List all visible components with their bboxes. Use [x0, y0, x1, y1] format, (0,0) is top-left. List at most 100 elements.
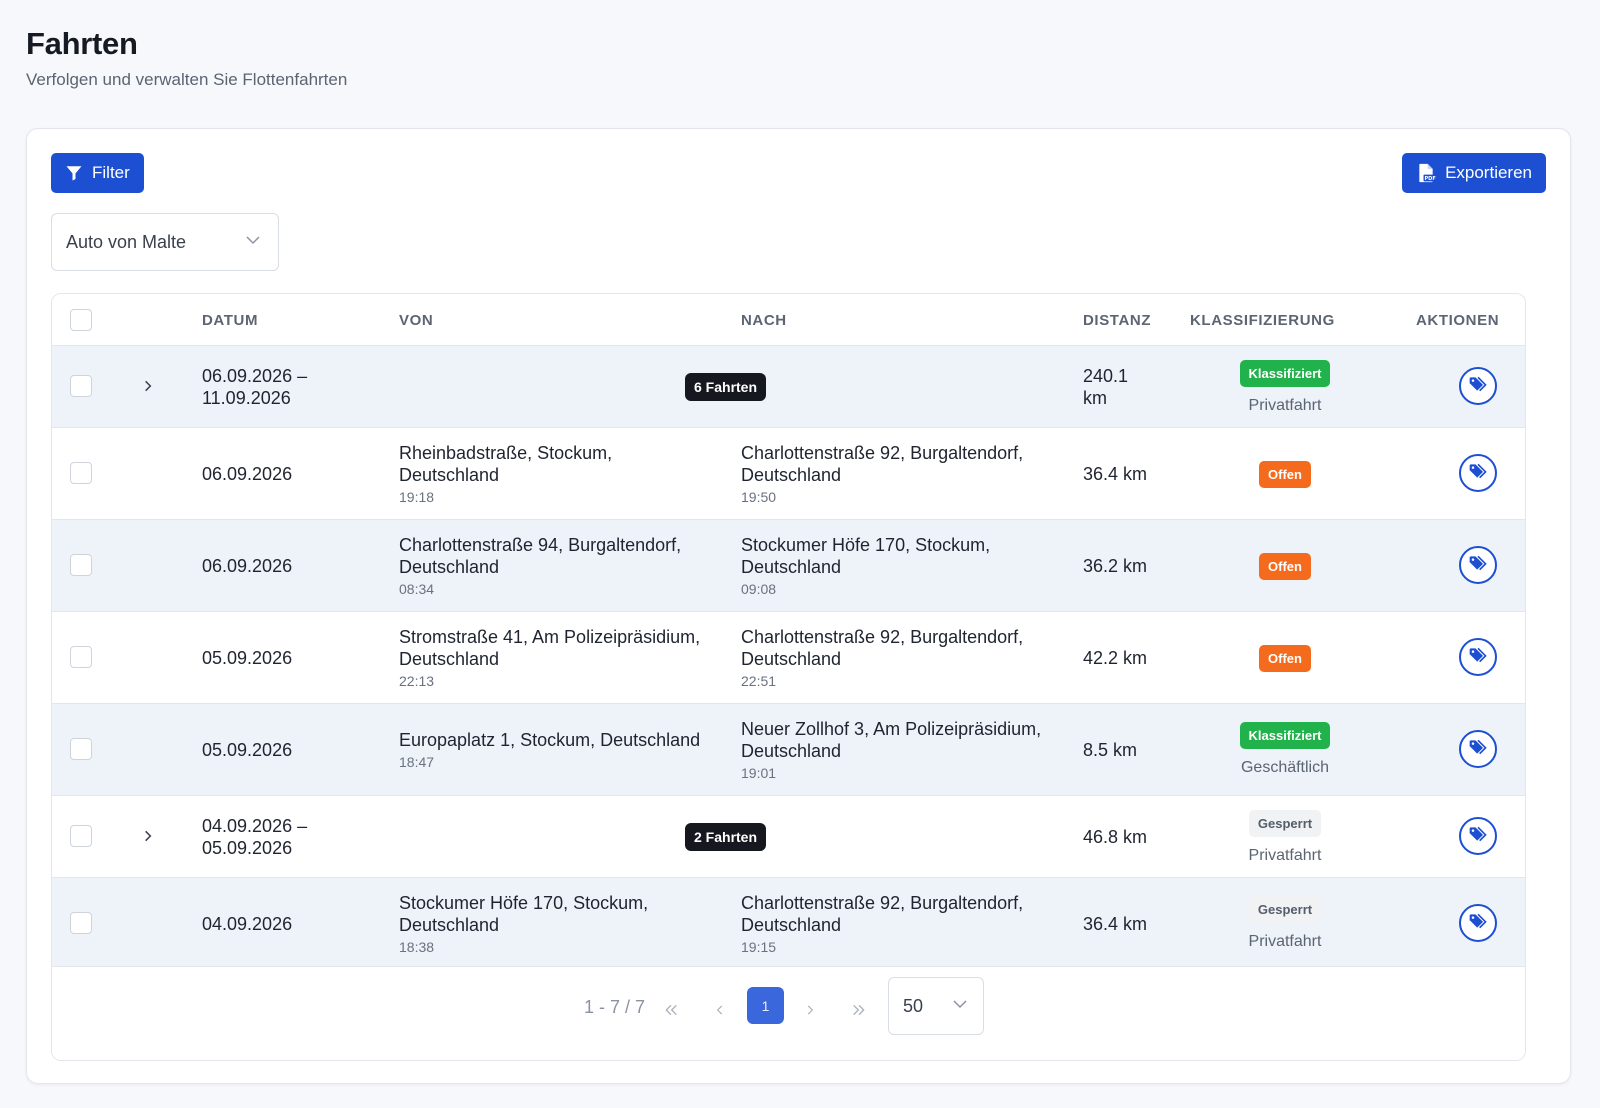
row-checkbox[interactable]: [70, 462, 92, 484]
row-checkbox[interactable]: [70, 646, 92, 668]
toolbar: Filter PDF Exportieren: [27, 129, 1570, 217]
table-row-group[interactable]: 06.09.2026 – 11.09.2026 6 Fahrten 240.1 …: [52, 346, 1525, 428]
classification-cell: Offen: [1210, 645, 1360, 672]
classify-button[interactable]: [1459, 454, 1497, 492]
trip-type-label: Privatfahrt: [1248, 397, 1322, 414]
date-cell: 04.09.2026 – 05.09.2026: [202, 816, 308, 858]
trips-table: DATUM VON NACH DISTANZ KLASSIFIZIERUNG A…: [51, 293, 1526, 1061]
table-row[interactable]: 05.09.2026 Europaplatz 1, Stockum, Deuts…: [52, 704, 1525, 796]
row-checkbox[interactable]: [70, 554, 92, 576]
classification-cell: Offen: [1210, 553, 1360, 580]
distance-cell: 36.4 km: [1083, 464, 1148, 484]
tags-icon: [1468, 645, 1488, 670]
page-subtitle: Verfolgen und verwalten Sie Flottenfahrt…: [26, 70, 348, 89]
distance-cell: 240.1 km: [1083, 366, 1129, 408]
tags-icon: [1468, 911, 1488, 936]
classify-button[interactable]: [1459, 904, 1497, 942]
to-cell: Charlottenstraße 92, Burgaltendorf, Deut…: [741, 893, 1024, 955]
from-cell: Charlottenstraße 94, Burgaltendorf, Deut…: [399, 535, 682, 597]
date-cell: 06.09.2026: [202, 556, 293, 576]
date-cell: 05.09.2026: [202, 648, 293, 668]
chevron-down-icon: [951, 995, 969, 1018]
to-cell: Charlottenstraße 92, Burgaltendorf, Deut…: [741, 443, 1024, 505]
to-cell: Stockumer Höfe 170, Stockum, Deutschland…: [741, 535, 991, 597]
column-header-actions: AKTIONEN: [1416, 311, 1500, 329]
classification-cell: Klassifiziert Privatfahrt: [1210, 360, 1360, 415]
tags-icon: [1468, 374, 1488, 399]
distance-cell: 36.2 km: [1083, 556, 1148, 576]
pagination: 1 - 7 / 7 1 50: [52, 966, 1525, 1060]
date-cell: 05.09.2026: [202, 740, 293, 760]
row-checkbox[interactable]: [70, 825, 92, 847]
to-cell: Charlottenstraße 92, Burgaltendorf, Deut…: [741, 627, 1024, 689]
chevron-right-icon[interactable]: [137, 375, 159, 397]
distance-cell: 42.2 km: [1083, 648, 1148, 668]
pdf-file-icon: PDF: [1416, 163, 1436, 183]
trip-type-label: Privatfahrt: [1248, 847, 1322, 864]
page-size-select[interactable]: 50: [888, 977, 984, 1035]
chevron-right-icon[interactable]: [137, 825, 159, 847]
row-checkbox[interactable]: [70, 375, 92, 397]
trip-type-label: Privatfahrt: [1248, 933, 1322, 950]
table-header: DATUM VON NACH DISTANZ KLASSIFIZIERUNG A…: [52, 294, 1525, 346]
row-checkbox[interactable]: [70, 738, 92, 760]
export-button-label: Exportieren: [1445, 163, 1532, 182]
filter-button-label: Filter: [92, 163, 130, 182]
table-row-group[interactable]: 04.09.2026 – 05.09.2026 2 Fahrten 46.8 k…: [52, 796, 1525, 878]
double-chevron-right-icon[interactable]: [844, 995, 874, 1025]
distance-cell: 36.4 km: [1083, 914, 1148, 934]
classify-button[interactable]: [1459, 367, 1497, 405]
date-cell: 06.09.2026 – 11.09.2026: [202, 366, 308, 408]
tags-icon: [1468, 737, 1488, 762]
column-header-date: DATUM: [202, 311, 259, 329]
column-header-distance: DISTANZ: [1083, 311, 1152, 329]
page-button-current[interactable]: 1: [747, 987, 784, 1024]
trip-count-badge: 2 Fahrten: [685, 823, 767, 851]
status-badge: Offen: [1259, 461, 1311, 488]
date-cell: 06.09.2026: [202, 464, 293, 484]
date-cell: 04.09.2026: [202, 914, 293, 934]
vehicle-select[interactable]: Auto von Malte: [51, 213, 279, 271]
row-checkbox[interactable]: [70, 912, 92, 934]
table-row[interactable]: 04.09.2026 Stockumer Höfe 170, Stockum, …: [52, 878, 1525, 970]
status-badge: Offen: [1259, 553, 1311, 580]
trips-card: Filter PDF Exportieren Auto von Malte DA…: [26, 128, 1571, 1084]
classification-cell: Klassifiziert Geschäftlich: [1210, 722, 1360, 777]
to-cell: Neuer Zollhof 3, Am Polizeipräsidium, De…: [741, 719, 1042, 781]
classification-cell: Gesperrt Privatfahrt: [1210, 896, 1360, 951]
filter-button[interactable]: Filter: [51, 153, 144, 193]
page-size-value: 50: [903, 995, 924, 1016]
column-header-to: NACH: [741, 311, 787, 329]
tags-icon: [1468, 461, 1488, 486]
classification-cell: Gesperrt Privatfahrt: [1210, 810, 1360, 865]
export-button[interactable]: PDF Exportieren: [1402, 153, 1546, 193]
column-header-classification: KLASSIFIZIERUNG: [1190, 311, 1335, 329]
column-header-from: VON: [399, 311, 434, 329]
tags-icon: [1468, 553, 1488, 578]
svg-text:PDF: PDF: [1425, 176, 1436, 182]
chevron-left-icon[interactable]: [705, 995, 735, 1025]
classify-button[interactable]: [1459, 730, 1497, 768]
tags-icon: [1468, 824, 1488, 849]
status-badge: Offen: [1259, 645, 1311, 672]
chevron-right-icon[interactable]: [795, 995, 825, 1025]
table-row[interactable]: 06.09.2026 Charlottenstraße 94, Burgalte…: [52, 520, 1525, 612]
filter-icon: [65, 164, 83, 182]
trip-count-badge: 6 Fahrten: [685, 373, 767, 401]
from-cell: Stromstraße 41, Am Polizeipräsidium, Deu…: [399, 627, 701, 689]
classify-button[interactable]: [1459, 546, 1497, 584]
trip-type-label: Geschäftlich: [1240, 759, 1330, 776]
from-cell: Europaplatz 1, Stockum, Deutschland 18:4…: [399, 730, 701, 770]
status-badge: Klassifiziert: [1239, 360, 1331, 387]
classification-cell: Offen: [1210, 461, 1360, 488]
table-row[interactable]: 06.09.2026 Rheinbadstraße, Stockum, Deut…: [52, 428, 1525, 520]
status-badge: Klassifiziert: [1239, 722, 1331, 749]
double-chevron-left-icon[interactable]: [656, 995, 686, 1025]
distance-cell: 46.8 km: [1083, 827, 1148, 847]
select-all-checkbox[interactable]: [70, 309, 92, 331]
pagination-range: 1 - 7 / 7: [584, 997, 646, 1017]
from-cell: Rheinbadstraße, Stockum, Deutschland 19:…: [399, 443, 613, 505]
classify-button[interactable]: [1459, 817, 1497, 855]
table-row[interactable]: 05.09.2026 Stromstraße 41, Am Polizeiprä…: [52, 612, 1525, 704]
classify-button[interactable]: [1459, 638, 1497, 676]
